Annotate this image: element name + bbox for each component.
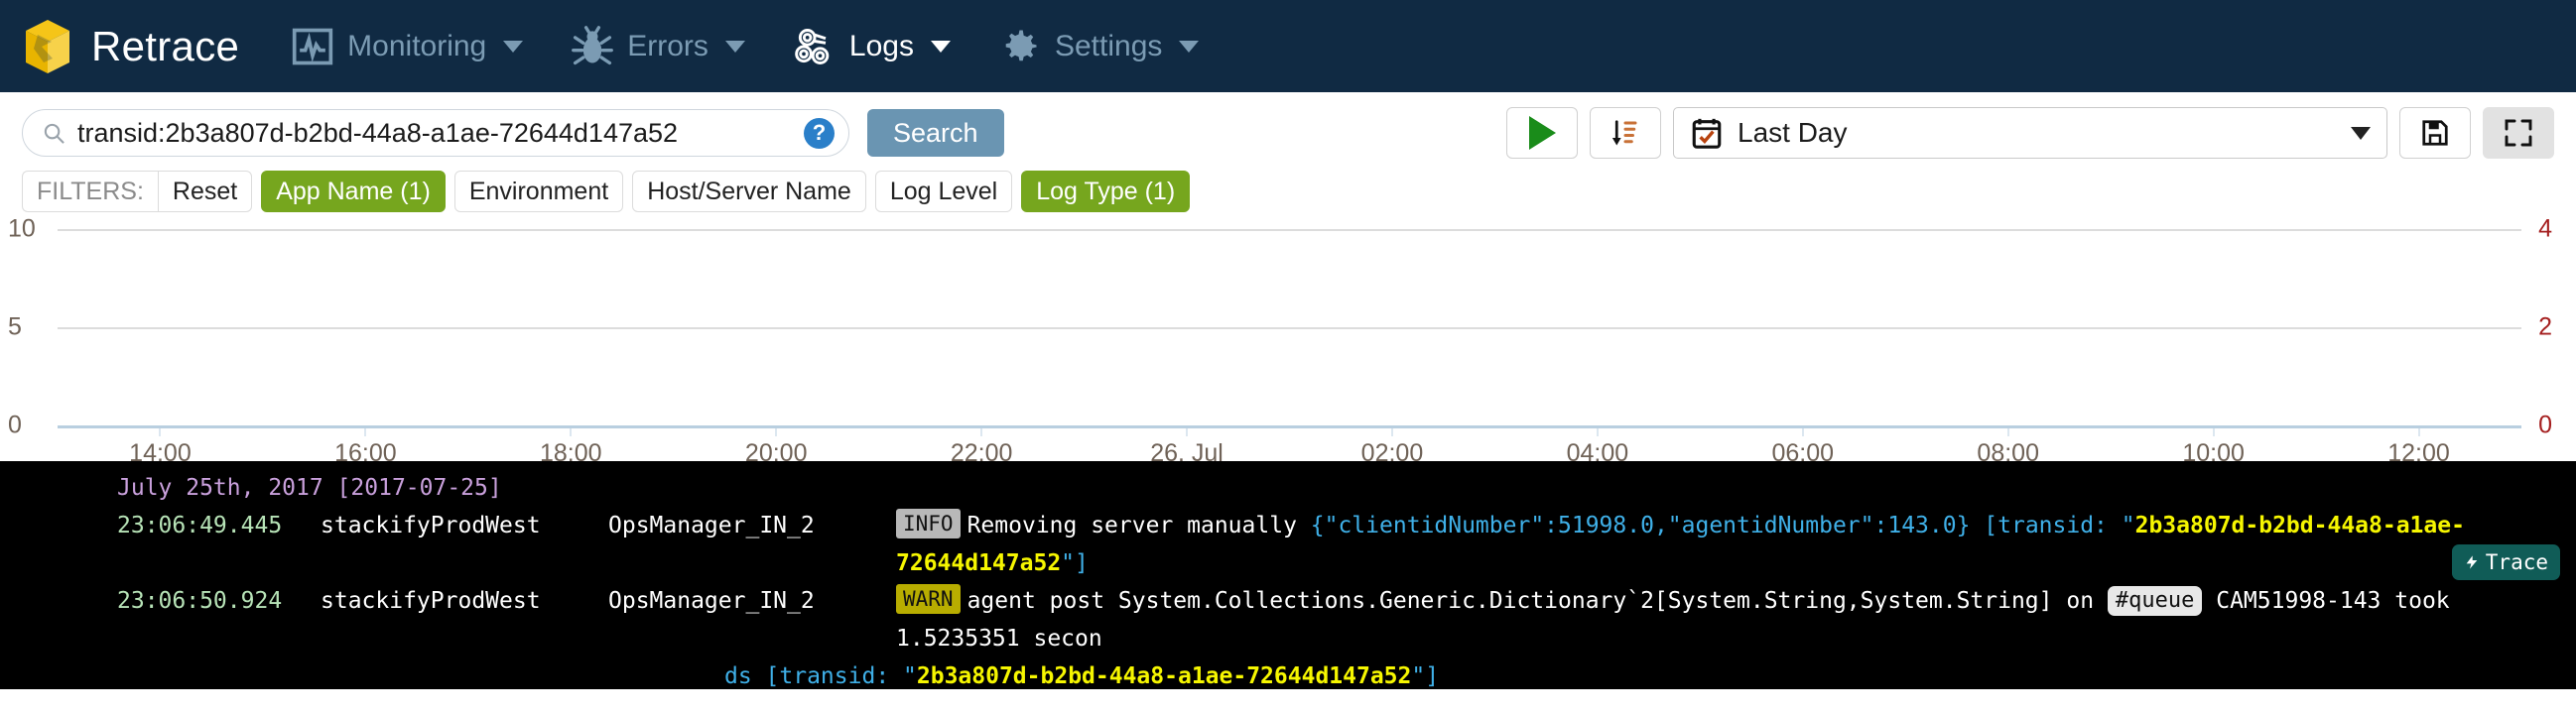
search-toolbar: ? Search Last Day bbox=[0, 102, 2576, 164]
lightning-bolt-icon bbox=[2466, 555, 2478, 569]
chevron-down-icon bbox=[1179, 40, 1200, 53]
help-icon[interactable]: ? bbox=[804, 117, 835, 149]
logs-icon bbox=[795, 28, 830, 64]
gridline-10 bbox=[58, 229, 2521, 231]
y-right-tick-0: 0 bbox=[2538, 411, 2552, 439]
nav-item-logs[interactable]: Logs bbox=[793, 25, 951, 68]
x-tick-mark bbox=[364, 425, 366, 436]
log-transid-prefix: [transid: " bbox=[1970, 513, 2135, 538]
x-tick-mark bbox=[980, 425, 982, 436]
log-row-warn-continuation: ds [transid: "2b3a807d-b2bd-44a8-a1ae-72… bbox=[0, 657, 2576, 689]
chevron-down-icon bbox=[724, 40, 745, 53]
log-row-warn[interactable]: 23:06:50.924 stackifyProdWest OpsManager… bbox=[0, 582, 2576, 657]
log-queue-tag[interactable]: #queue bbox=[2107, 586, 2203, 616]
log-timestamp: 23:06:49.445 bbox=[117, 513, 283, 538]
y-left-tick-5: 5 bbox=[8, 312, 22, 341]
x-tick-mark bbox=[1186, 425, 1188, 436]
y-right-tick-2: 2 bbox=[2538, 312, 2552, 341]
fullscreen-button[interactable] bbox=[2483, 107, 2554, 159]
save-query-button[interactable] bbox=[2399, 107, 2471, 159]
filter-chip-log-type[interactable]: Log Type (1) bbox=[1021, 171, 1191, 212]
retrace-cube-logo bbox=[26, 19, 69, 73]
search-icon bbox=[44, 123, 64, 144]
log-host-name: OpsManager_IN_2 bbox=[608, 588, 815, 614]
log-transid-value: 2b3a807d-b2bd-44a8-a1ae-72644d147a52 bbox=[916, 663, 1412, 689]
filter-reset-button[interactable]: Reset bbox=[157, 171, 253, 212]
log-app-name: stackifyProdWest bbox=[321, 588, 541, 614]
log-level-badge-warn: WARN bbox=[896, 584, 961, 614]
chevron-down-icon bbox=[930, 40, 951, 53]
x-tick-mark bbox=[2213, 425, 2215, 436]
log-message: INFO Removing server manually {"clientidN… bbox=[896, 507, 2576, 582]
log-date-header: July 25th, 2017 [2017-07-25] bbox=[117, 475, 502, 501]
chevron-down-icon bbox=[503, 40, 524, 53]
y-right-tick-4: 4 bbox=[2538, 214, 2552, 243]
brand-name: Retrace bbox=[91, 22, 240, 69]
nav-label-monitoring: Monitoring bbox=[347, 29, 487, 62]
filters-label: FILTERS: bbox=[22, 171, 158, 212]
log-message: WARN agent post System.Collections.Generi… bbox=[896, 582, 2576, 657]
search-button[interactable]: Search bbox=[867, 109, 1004, 157]
log-host-name: OpsManager_IN_2 bbox=[608, 513, 815, 538]
search-input[interactable] bbox=[75, 116, 804, 150]
log-wrapped-suffix: "] bbox=[1411, 663, 1440, 689]
x-tick-mark bbox=[2418, 425, 2420, 436]
nav-item-settings[interactable]: Settings bbox=[998, 25, 1200, 68]
filter-chip-environment[interactable]: Environment bbox=[453, 171, 624, 212]
x-tick-mark bbox=[159, 425, 161, 436]
log-transid-suffix: "] bbox=[1061, 550, 1089, 576]
filter-chip-log-level[interactable]: Log Level bbox=[874, 171, 1013, 212]
trace-button[interactable]: Trace bbox=[2451, 544, 2560, 580]
filter-chip-host-server-name[interactable]: Host/Server Name bbox=[632, 171, 866, 212]
nav-label-settings: Settings bbox=[1054, 29, 1163, 62]
toolbar-actions: Last Day bbox=[1506, 107, 2554, 159]
log-console[interactable]: July 25th, 2017 [2017-07-25] 23:06:49.44… bbox=[0, 461, 2576, 689]
y-left-tick-10: 10 bbox=[8, 214, 36, 243]
bug-icon bbox=[572, 25, 614, 64]
search-box[interactable]: ? bbox=[22, 109, 849, 157]
gridline-5 bbox=[58, 327, 2521, 329]
y-left-tick-0: 0 bbox=[8, 411, 22, 439]
x-tick-mark bbox=[2007, 425, 2009, 436]
nav-item-monitoring[interactable]: Monitoring bbox=[291, 25, 524, 68]
x-tick-mark bbox=[1802, 425, 1804, 436]
brand-home-link[interactable]: Retrace bbox=[22, 19, 239, 74]
sort-descending-icon bbox=[1611, 120, 1637, 146]
log-wrapped-prefix: ds [transid: " bbox=[724, 663, 917, 689]
nav-label-logs: Logs bbox=[848, 29, 914, 62]
run-query-button[interactable] bbox=[1506, 107, 1578, 159]
log-json-payload: {"clientidNumber":51998.0,"agentidNumber… bbox=[1310, 513, 1971, 538]
log-row-info[interactable]: 23:06:49.445 stackifyProdWest OpsManager… bbox=[0, 507, 2576, 582]
log-volume-chart: 10 5 0 4 2 0 14:00 16:00 18:00 20:00 22:00 26… bbox=[0, 214, 2576, 468]
log-message-text-part1: agent post System.Collections.Generic.Di… bbox=[966, 588, 2108, 614]
nav-item-errors[interactable]: Errors bbox=[571, 25, 745, 68]
top-navigation-bar: Retrace Monitoring Errors Logs Settings bbox=[0, 0, 2576, 92]
chevron-down-icon bbox=[2351, 126, 2371, 140]
x-tick-mark bbox=[775, 425, 777, 436]
fullscreen-expand-icon bbox=[2505, 119, 2532, 147]
log-timestamp: 23:06:50.924 bbox=[117, 588, 283, 614]
x-axis-line bbox=[58, 425, 2521, 428]
log-message-text: Removing server manually bbox=[966, 513, 1311, 538]
trace-button-label: Trace bbox=[2485, 550, 2548, 574]
filters-bar: FILTERS: Reset App Name (1) Environment … bbox=[0, 170, 2576, 213]
floppy-save-icon bbox=[2422, 120, 2448, 146]
date-range-select[interactable]: Last Day bbox=[1673, 107, 2387, 159]
log-level-badge-info: INFO bbox=[896, 509, 961, 538]
x-tick-mark bbox=[1597, 425, 1599, 436]
x-tick-mark bbox=[1391, 425, 1393, 436]
log-app-name: stackifyProdWest bbox=[321, 513, 541, 538]
play-icon bbox=[1528, 116, 1556, 150]
nav-label-errors: Errors bbox=[627, 29, 708, 62]
calendar-check-icon bbox=[1692, 118, 1722, 149]
gear-icon bbox=[1005, 30, 1037, 60]
date-range-value: Last Day bbox=[1738, 117, 1848, 148]
x-tick-mark bbox=[570, 425, 572, 436]
sort-button[interactable] bbox=[1590, 107, 1661, 159]
filter-chip-app-name[interactable]: App Name (1) bbox=[261, 171, 446, 212]
activity-monitor-icon bbox=[293, 28, 333, 64]
